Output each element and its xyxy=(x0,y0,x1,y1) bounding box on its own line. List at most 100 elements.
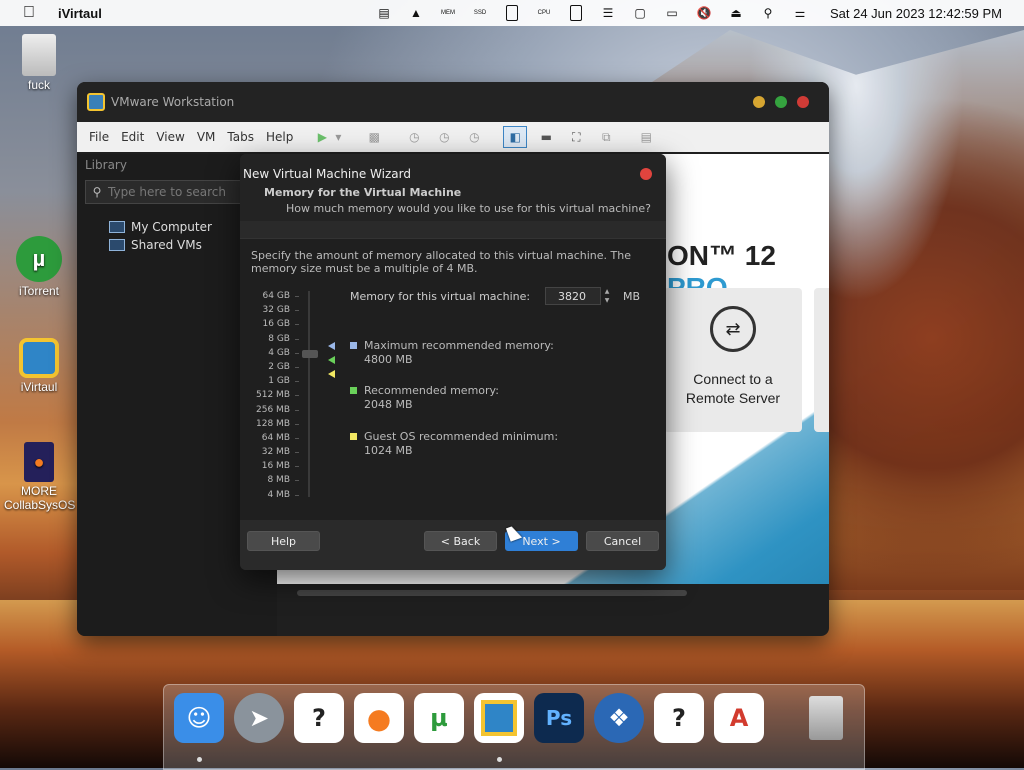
legend-value: 4800 MB xyxy=(364,353,413,366)
desktop-icon-trash[interactable]: fuck xyxy=(4,34,74,92)
menu-file[interactable]: File xyxy=(89,130,109,144)
desktop-icon-label: fuck xyxy=(27,78,50,92)
scale-label: 256 MB xyxy=(256,404,290,415)
scale-label: 4 MB xyxy=(267,489,290,500)
clock[interactable]: Sat 24 Jun 2023 12:42:59 PM xyxy=(830,6,1002,21)
connect-remote-server-tile[interactable]: ⇄ Connect to a Remote Server xyxy=(664,288,802,432)
desktop-icon-itorrent[interactable]: µ iTorrent xyxy=(4,236,74,298)
vmware-icon xyxy=(19,338,59,378)
status-area: ▤ ▲ MEM SSD CPU ☰ ▢ ▭ 🔇 ⏏ ⚲ ⚌ Sat 24 Jun… xyxy=(368,5,1024,21)
guest-minimum-marker-icon xyxy=(328,370,335,378)
remote-server-icon: ⇄ xyxy=(710,306,756,352)
wizard-title: New Virtual Machine Wizard xyxy=(243,167,411,181)
full-screen-icon[interactable]: ⛶ xyxy=(565,127,587,147)
search-placeholder: Type here to search xyxy=(108,185,226,199)
list-icon[interactable]: ☰ xyxy=(596,5,620,21)
menu-vm[interactable]: VM xyxy=(197,130,216,144)
menu-help[interactable]: Help xyxy=(266,130,293,144)
photoshop-icon[interactable]: Ps xyxy=(534,693,584,743)
text-editor-icon[interactable]: A xyxy=(714,693,764,743)
eject-circle-icon[interactable]: ▲ xyxy=(404,5,428,21)
help-button[interactable]: Help xyxy=(247,531,320,551)
ssd-meter-icon[interactable]: SSD xyxy=(468,5,492,21)
cancel-button[interactable]: Cancel xyxy=(586,531,659,551)
power-on-icon[interactable]: ▶ xyxy=(311,127,333,147)
unity-icon[interactable]: ⧉ xyxy=(595,127,617,147)
window-icon[interactable]: ▢ xyxy=(628,5,652,21)
snapshot-manager-icon[interactable]: ◷ xyxy=(463,127,485,147)
search-icon: ⚲ xyxy=(92,185,102,199)
send-keys-icon[interactable]: ▩ xyxy=(363,127,385,147)
power-dropdown-icon[interactable]: ▾ xyxy=(333,127,343,147)
legend-value: 1024 MB xyxy=(364,444,413,457)
menu-view[interactable]: View xyxy=(156,130,184,144)
display-icon[interactable]: ▤ xyxy=(372,5,396,21)
memory-input[interactable] xyxy=(545,287,601,305)
horizontal-scrollbar[interactable] xyxy=(297,590,687,596)
scale-label: 64 GB xyxy=(262,291,290,301)
app-name[interactable]: iVirtaul xyxy=(58,6,102,21)
trash-icon[interactable] xyxy=(801,693,851,743)
wizard-header: Memory for the Virtual Machine How much … xyxy=(240,186,666,221)
mute-icon[interactable]: 🔇 xyxy=(692,5,716,21)
snapshot-icon[interactable]: ◷ xyxy=(403,127,425,147)
dock: ☺ ➤ ? ● µ Ps ❖ ? A xyxy=(163,684,865,770)
desktop-icon-ivirtaul[interactable]: iVirtaul xyxy=(4,338,74,394)
eject-icon[interactable]: ⏏ xyxy=(724,5,748,21)
revert-snapshot-icon[interactable]: ◷ xyxy=(433,127,455,147)
launchpad-icon[interactable]: ➤ xyxy=(234,693,284,743)
running-indicator xyxy=(197,757,202,762)
maximize-button[interactable] xyxy=(775,96,787,108)
desktop-icon-label: iVirtaul xyxy=(20,380,58,394)
wizard-body: Specify the amount of memory allocated t… xyxy=(240,238,666,521)
console-view-icon[interactable]: ▤ xyxy=(635,127,657,147)
close-button[interactable] xyxy=(797,96,809,108)
scale-label: 4 GB xyxy=(268,347,290,358)
desktop-icon-more-collabsysos[interactable]: ● MORE CollabSysOS xyxy=(4,442,75,512)
mem-meter-icon[interactable]: MEM xyxy=(436,5,460,21)
utorrent-icon[interactable]: µ xyxy=(414,693,464,743)
show-thumbnail-icon[interactable]: ▬ xyxy=(535,127,557,147)
desktop-icon-label: iTorrent xyxy=(18,284,59,298)
tile-label: Connect to a Remote Server xyxy=(685,371,781,406)
unknown-app-icon[interactable]: ? xyxy=(654,693,704,743)
monitor-icon[interactable]: ▭ xyxy=(660,5,684,21)
vmware-menubar: File Edit View VM Tabs Help ▶ ▾ ▩ ◷ ◷ ◷ … xyxy=(77,122,829,152)
cpu-meter-icon[interactable]: CPU xyxy=(532,5,556,21)
wizard-heading: Memory for the Virtual Machine xyxy=(264,186,462,199)
memory-slider-thumb[interactable] xyxy=(302,350,318,358)
menubar:  iVirtaul ▤ ▲ MEM SSD CPU ☰ ▢ ▭ 🔇 ⏏ ⚲ ⚌… xyxy=(0,0,1024,26)
memory-unit: MB xyxy=(623,290,641,303)
next-tile[interactable] xyxy=(814,288,829,432)
tree-item-label: My Computer xyxy=(131,220,212,234)
memory-spinner[interactable]: ▲ ▼ xyxy=(602,287,612,305)
menu-edit[interactable]: Edit xyxy=(121,130,144,144)
scale-label: 16 GB xyxy=(262,319,290,330)
windows-icon[interactable]: ❖ xyxy=(594,693,644,743)
vmware-app-icon xyxy=(87,93,105,111)
max-recommended-marker-icon xyxy=(328,342,335,350)
utorrent-icon: µ xyxy=(16,236,62,282)
unknown-app-icon[interactable]: ? xyxy=(294,693,344,743)
phone-icon[interactable] xyxy=(500,5,524,21)
finder-icon[interactable]: ☺ xyxy=(174,693,224,743)
scale-label: 64 MB xyxy=(261,432,290,443)
minimize-button[interactable] xyxy=(753,96,765,108)
firefox-icon[interactable]: ● xyxy=(354,693,404,743)
tree-item-label: Shared VMs xyxy=(131,238,202,252)
scale-label: 32 MB xyxy=(261,447,290,458)
firefox-document-icon: ● xyxy=(24,442,54,482)
wizard-close-button[interactable] xyxy=(640,168,652,180)
search-icon[interactable]: ⚲ xyxy=(756,5,780,21)
menu-tabs[interactable]: Tabs xyxy=(227,130,254,144)
vmware-icon[interactable] xyxy=(474,693,524,743)
vmware-titlebar[interactable]: VMware Workstation xyxy=(77,82,829,122)
back-button[interactable]: < Back xyxy=(424,531,497,551)
scale-label: 32 GB xyxy=(262,305,290,316)
show-library-icon[interactable]: ◧ xyxy=(503,126,528,148)
scale-ticks xyxy=(293,289,301,502)
battery-icon[interactable] xyxy=(564,5,588,21)
control-center-icon[interactable]: ⚌ xyxy=(788,5,812,21)
memory-slider-track[interactable] xyxy=(308,291,310,497)
apple-icon[interactable]:  xyxy=(20,4,38,22)
